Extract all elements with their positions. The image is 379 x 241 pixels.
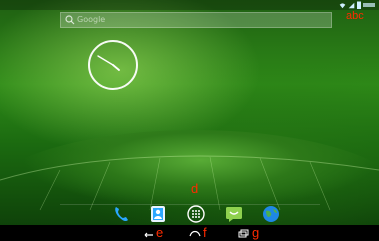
time-text [363, 3, 375, 7]
status-bar [0, 0, 379, 10]
annotation-label-e: e [156, 225, 164, 240]
back-button[interactable]: e [142, 225, 164, 240]
home-button[interactable]: f [189, 225, 207, 240]
analog-clock-widget[interactable] [88, 40, 138, 90]
recent-apps-icon [238, 229, 249, 238]
globe-icon[interactable] [262, 205, 280, 223]
annotation-label-g: g [252, 225, 260, 240]
apps-grid-icon[interactable] [187, 205, 205, 223]
wifi-icon [339, 2, 346, 8]
android-home-screen: Google abc d e f g [0, 0, 379, 241]
annotation-label-f: f [203, 225, 207, 240]
message-icon[interactable] [225, 205, 243, 223]
status-icons [339, 1, 375, 9]
contacts-icon[interactable] [149, 205, 167, 223]
search-placeholder: Google [77, 15, 106, 24]
search-icon [65, 15, 75, 25]
signal-icon [348, 2, 355, 8]
battery-icon [357, 1, 361, 9]
phone-icon[interactable] [112, 205, 130, 223]
favorites-dock [0, 203, 379, 225]
recent-apps-button[interactable]: g [238, 225, 260, 240]
google-search-bar[interactable]: Google [60, 12, 332, 28]
annotation-label-d: d [191, 181, 199, 196]
annotation-label-abc: abc [346, 10, 364, 22]
home-icon [189, 230, 201, 237]
back-icon [144, 232, 153, 238]
navigation-bar: e f g [0, 225, 379, 241]
